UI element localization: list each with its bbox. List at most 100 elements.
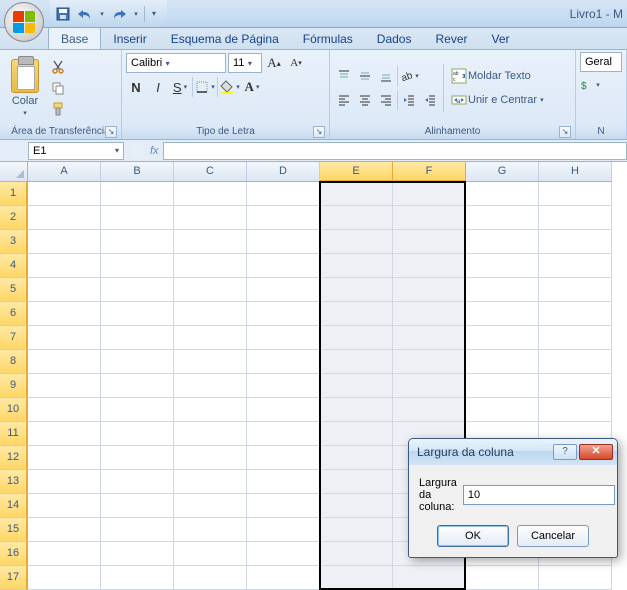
- cell[interactable]: [539, 326, 612, 350]
- cell[interactable]: [393, 302, 466, 326]
- cell[interactable]: [174, 566, 247, 590]
- cell[interactable]: [174, 446, 247, 470]
- cell[interactable]: [28, 374, 101, 398]
- cell[interactable]: [28, 542, 101, 566]
- tab-formulas[interactable]: Fórmulas: [291, 28, 365, 49]
- cell[interactable]: [393, 398, 466, 422]
- col-header-F[interactable]: F: [393, 162, 466, 182]
- cell[interactable]: [101, 374, 174, 398]
- cell[interactable]: [101, 182, 174, 206]
- tab-ver[interactable]: Ver: [480, 28, 522, 49]
- paste-button[interactable]: Colar ▾: [4, 57, 46, 119]
- cell[interactable]: [101, 422, 174, 446]
- cell[interactable]: [174, 374, 247, 398]
- cell[interactable]: [28, 566, 101, 590]
- cell[interactable]: [247, 470, 320, 494]
- cell[interactable]: [174, 350, 247, 374]
- row-header-2[interactable]: 2: [0, 206, 28, 230]
- row-header-9[interactable]: 9: [0, 374, 28, 398]
- row-header-11[interactable]: 11: [0, 422, 28, 446]
- cell[interactable]: [247, 446, 320, 470]
- cell[interactable]: [28, 470, 101, 494]
- cell[interactable]: [466, 206, 539, 230]
- cell[interactable]: [466, 326, 539, 350]
- format-painter-button[interactable]: [49, 100, 67, 118]
- align-bottom-button[interactable]: [376, 65, 396, 87]
- cell[interactable]: [101, 566, 174, 590]
- cell[interactable]: [320, 518, 393, 542]
- cell[interactable]: [174, 254, 247, 278]
- align-center-button[interactable]: [355, 89, 375, 111]
- cell[interactable]: [247, 302, 320, 326]
- row-header-3[interactable]: 3: [0, 230, 28, 254]
- col-header-D[interactable]: D: [247, 162, 320, 182]
- cell[interactable]: [466, 350, 539, 374]
- cell[interactable]: [174, 278, 247, 302]
- col-header-B[interactable]: B: [101, 162, 174, 182]
- cell[interactable]: [466, 230, 539, 254]
- redo-dropdown-icon[interactable]: ▾: [132, 5, 140, 23]
- cell[interactable]: [320, 278, 393, 302]
- row-header-10[interactable]: 10: [0, 398, 28, 422]
- merge-center-button[interactable]: a Unir e Centrar ▾: [447, 90, 548, 110]
- tab-base[interactable]: Base: [48, 27, 101, 49]
- shrink-font-button[interactable]: A▾: [286, 52, 306, 74]
- cell[interactable]: [174, 494, 247, 518]
- cell[interactable]: [28, 326, 101, 350]
- row-header-15[interactable]: 15: [0, 518, 28, 542]
- cell[interactable]: [393, 374, 466, 398]
- cell[interactable]: [320, 254, 393, 278]
- dialog-titlebar[interactable]: Largura da coluna ? ✕: [409, 439, 617, 465]
- cell[interactable]: [247, 182, 320, 206]
- cell[interactable]: [466, 302, 539, 326]
- underline-button[interactable]: S: [170, 76, 190, 98]
- cell[interactable]: [101, 398, 174, 422]
- cell[interactable]: [247, 278, 320, 302]
- number-format-combo[interactable]: Geral: [580, 52, 622, 72]
- cell[interactable]: [539, 278, 612, 302]
- cell[interactable]: [539, 230, 612, 254]
- tab-dados[interactable]: Dados: [365, 28, 424, 49]
- cell[interactable]: [101, 278, 174, 302]
- cell[interactable]: [393, 182, 466, 206]
- cancel-button[interactable]: Cancelar: [517, 525, 589, 547]
- cell[interactable]: [466, 566, 539, 590]
- row-header-13[interactable]: 13: [0, 470, 28, 494]
- cell[interactable]: [174, 230, 247, 254]
- cell[interactable]: [539, 566, 612, 590]
- cell[interactable]: [393, 566, 466, 590]
- cut-button[interactable]: [49, 58, 67, 76]
- cell[interactable]: [174, 302, 247, 326]
- cell[interactable]: [320, 182, 393, 206]
- row-header-14[interactable]: 14: [0, 494, 28, 518]
- cell[interactable]: [539, 374, 612, 398]
- cell[interactable]: [101, 542, 174, 566]
- dialog-close-button[interactable]: ✕: [579, 444, 613, 460]
- cell[interactable]: [320, 398, 393, 422]
- cell[interactable]: [174, 182, 247, 206]
- cell[interactable]: [320, 302, 393, 326]
- cell[interactable]: [539, 350, 612, 374]
- row-header-1[interactable]: 1: [0, 182, 28, 206]
- cell[interactable]: [539, 398, 612, 422]
- tab-inserir[interactable]: Inserir: [101, 28, 158, 49]
- cell[interactable]: [393, 230, 466, 254]
- formula-input[interactable]: [163, 142, 627, 160]
- cell[interactable]: [320, 446, 393, 470]
- cell[interactable]: [247, 542, 320, 566]
- decrease-indent-button[interactable]: [399, 89, 419, 111]
- row-header-8[interactable]: 8: [0, 350, 28, 374]
- align-left-button[interactable]: [334, 89, 354, 111]
- font-launcher[interactable]: ↘: [313, 126, 325, 138]
- align-middle-button[interactable]: [355, 65, 375, 87]
- cell[interactable]: [393, 278, 466, 302]
- cell[interactable]: [174, 398, 247, 422]
- align-right-button[interactable]: [376, 89, 396, 111]
- cell[interactable]: [28, 302, 101, 326]
- col-header-A[interactable]: A: [28, 162, 101, 182]
- increase-indent-button[interactable]: [420, 89, 440, 111]
- clipboard-launcher[interactable]: ↘: [105, 126, 117, 138]
- fill-color-button[interactable]: [220, 76, 240, 98]
- cell[interactable]: [320, 566, 393, 590]
- row-header-4[interactable]: 4: [0, 254, 28, 278]
